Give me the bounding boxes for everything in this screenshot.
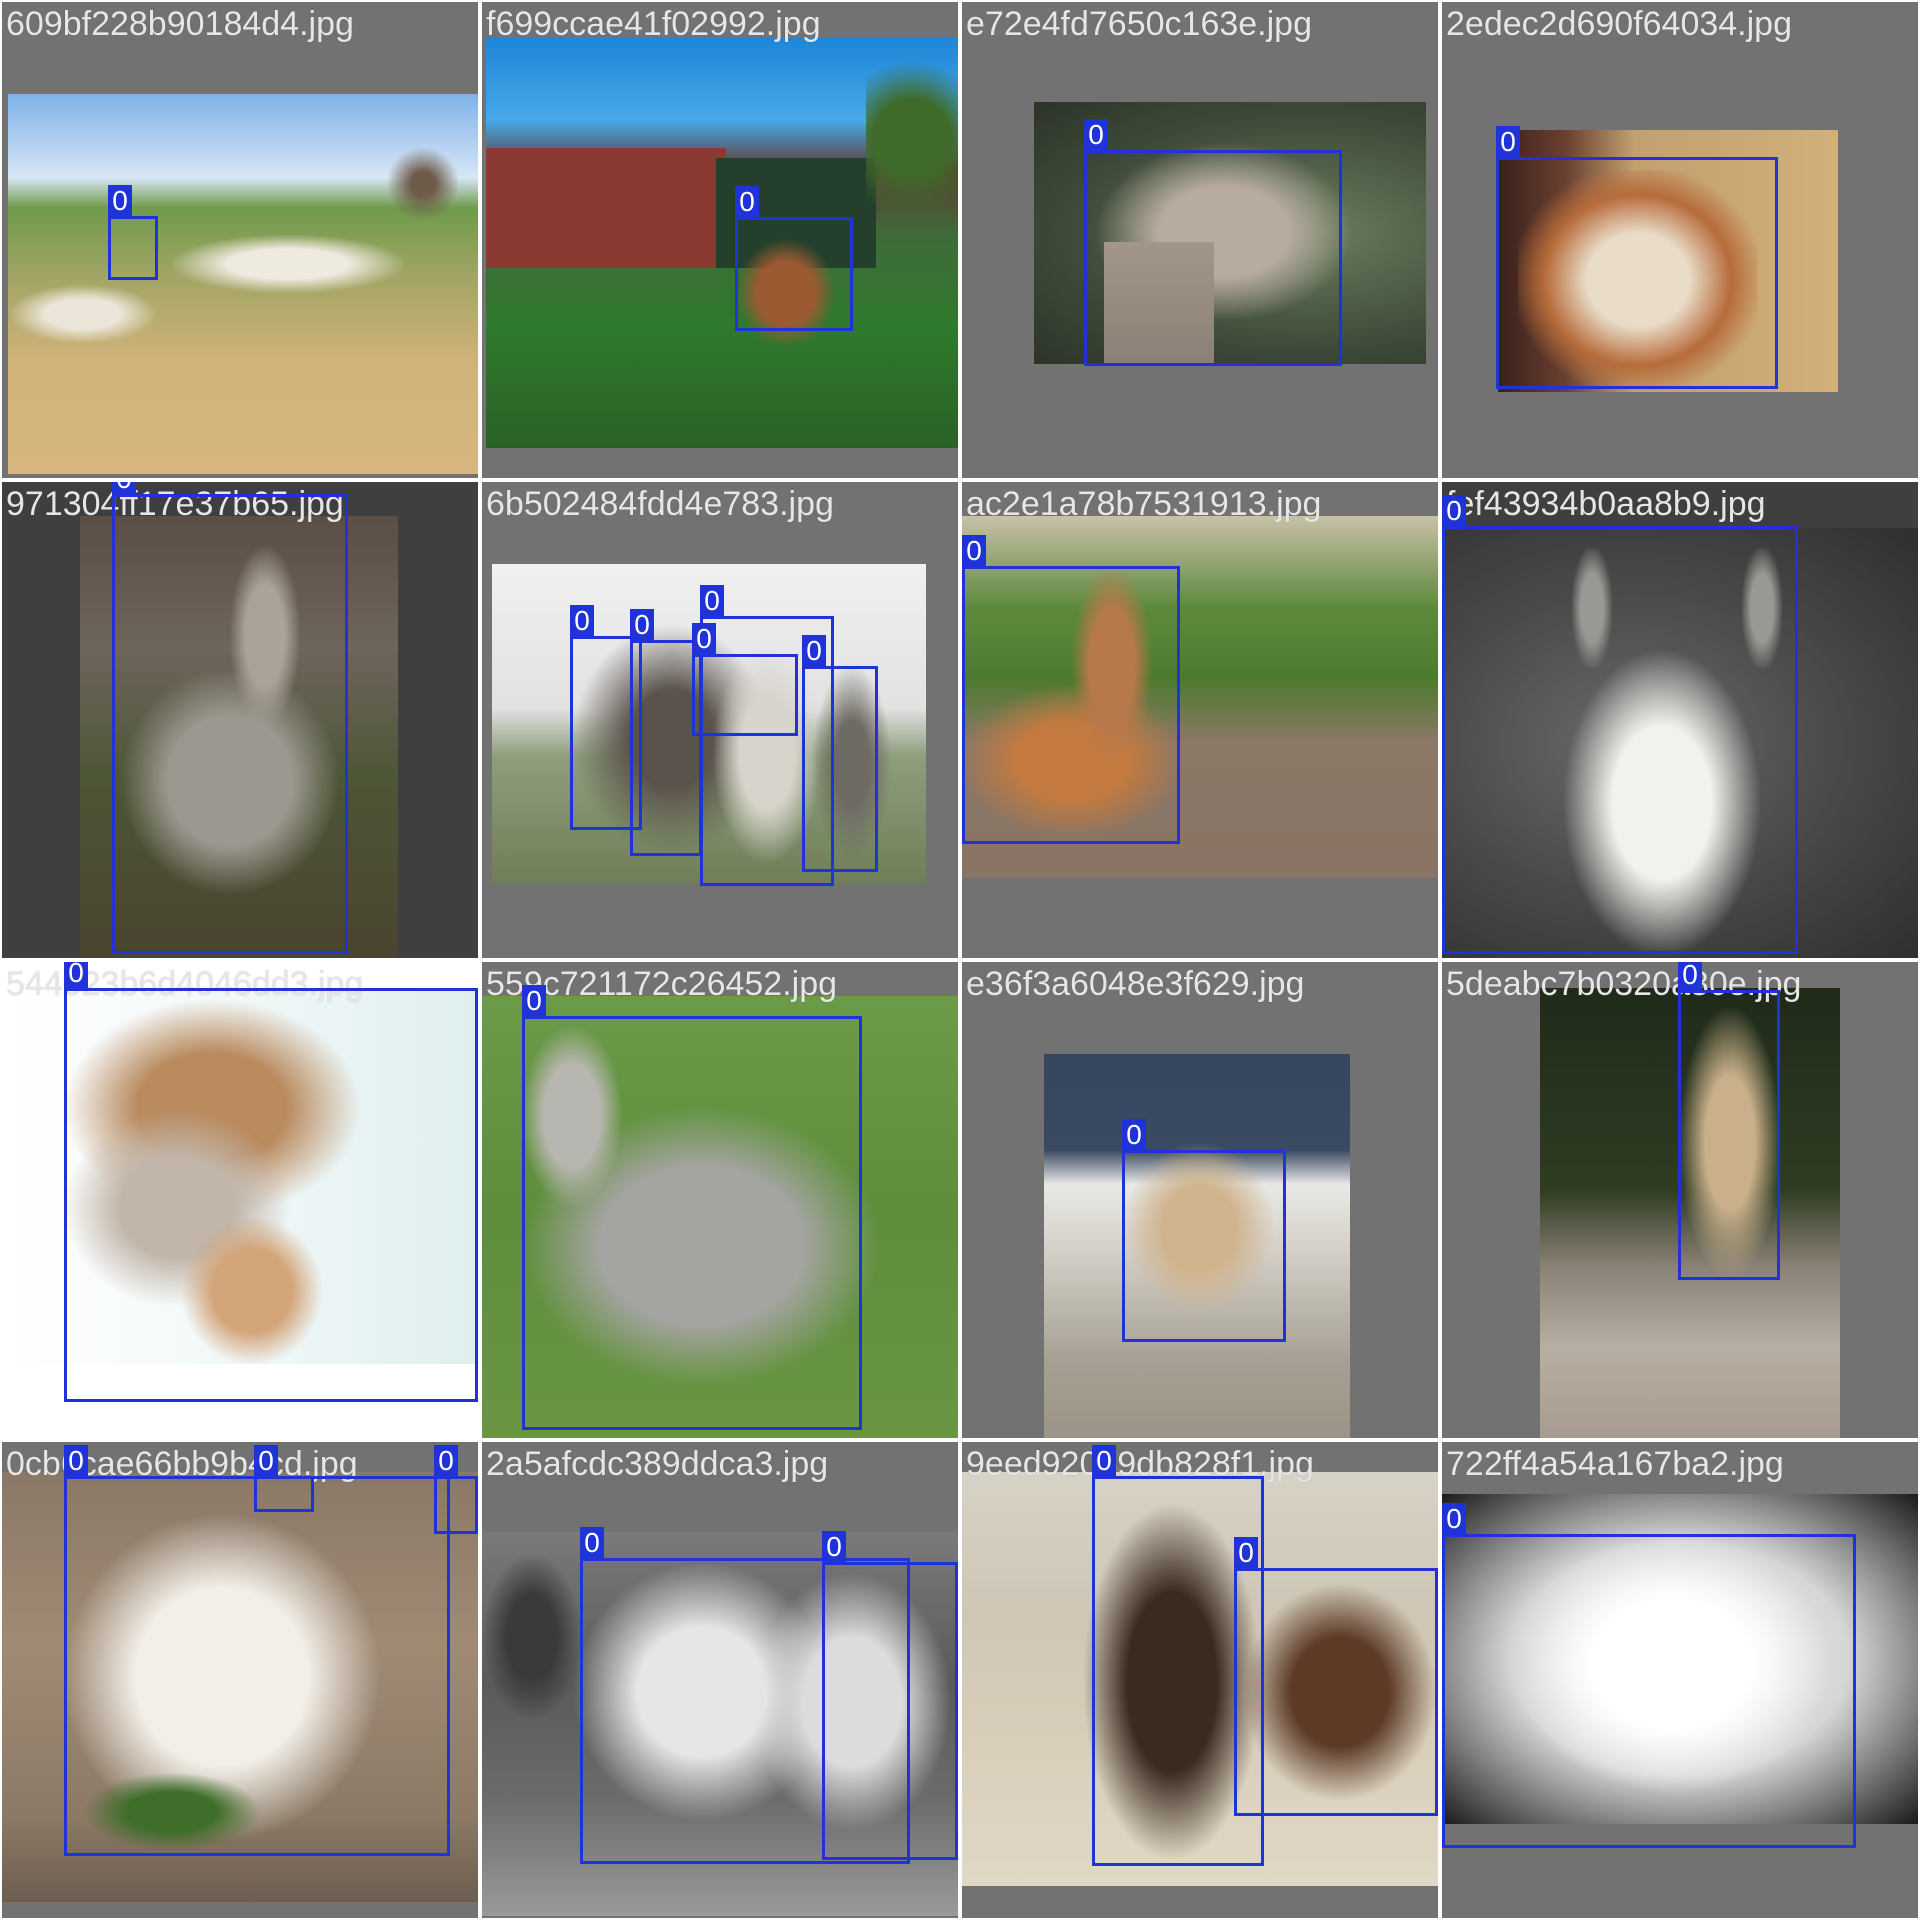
bounding-box: 0 <box>1442 1503 1856 1848</box>
filename: fef43934b0aa8b9.jpg <box>1446 485 1766 523</box>
bounding-box: 0 <box>1442 495 1798 954</box>
class-label: 0 <box>434 1445 458 1477</box>
filename: 609bf228b90184d4.jpg <box>6 5 354 43</box>
bounding-box: 0 <box>434 1445 478 1534</box>
tile-15: 9eed92049db828f1.jpg 0 0 <box>962 1442 1438 1918</box>
class-label: 0 <box>522 985 546 1017</box>
class-label: 0 <box>1678 962 1702 991</box>
class-label: 0 <box>822 1531 846 1563</box>
tile-1: 609bf228b90184d4.jpg 0 <box>2 2 478 478</box>
class-label: 0 <box>1234 1537 1258 1569</box>
class-label: 0 <box>108 185 132 217</box>
filename: 722ff4a54a167ba2.jpg <box>1446 1445 1784 1483</box>
filename: ac2e1a78b7531913.jpg <box>966 485 1322 523</box>
class-label: 0 <box>692 623 716 655</box>
bounding-box: 0 <box>108 185 158 280</box>
tile-9: 544023b6d4046dd3.jpg 0 <box>2 962 478 1438</box>
photo-sheep-herd <box>8 94 478 474</box>
class-label: 0 <box>1122 1119 1146 1151</box>
bounding-box: 0 <box>1122 1119 1286 1342</box>
filename: 2edec2d690f64034.jpg <box>1446 5 1792 43</box>
class-label: 0 <box>962 535 986 567</box>
bounding-box: 0 <box>1678 962 1780 1280</box>
class-label: 0 <box>1442 1503 1466 1535</box>
bounding-box: 0 <box>735 186 853 331</box>
tile-14: 2a5afcdc389ddca3.jpg 0 0 <box>482 1442 958 1918</box>
filename: e72e4fd7650c163e.jpg <box>966 5 1312 43</box>
tile-10: 559c721172c26452.jpg 0 <box>482 962 958 1438</box>
bounding-box: 0 <box>802 635 878 872</box>
photo-barn-llama <box>486 38 958 448</box>
class-label: 0 <box>1442 495 1466 527</box>
tile-6: 6b502484fdd4e783.jpg 0 0 0 0 0 <box>482 482 958 958</box>
bounding-box: 0 <box>64 962 478 1402</box>
bounding-box: 0 <box>692 623 798 736</box>
filename: f699ccae41f02992.jpg <box>486 5 821 43</box>
tile-3: e72e4fd7650c163e.jpg 0 <box>962 2 1438 478</box>
class-label: 0 <box>112 482 136 495</box>
class-label: 0 <box>700 585 724 617</box>
class-label: 0 <box>802 635 826 667</box>
bounding-box: 0 <box>1234 1537 1438 1816</box>
bounding-box: 0 <box>254 1445 314 1512</box>
bounding-box: 0 <box>1084 119 1342 366</box>
tile-13: 0cb6cae66bb9b4cd.jpg 0 0 0 <box>2 1442 478 1918</box>
filename: 2a5afcdc389ddca3.jpg <box>486 1445 829 1483</box>
class-label: 0 <box>64 962 88 989</box>
class-label: 0 <box>630 609 654 641</box>
class-label: 0 <box>570 605 594 637</box>
tile-16: 722ff4a54a167ba2.jpg 0 <box>1442 1442 1918 1918</box>
class-label: 0 <box>1084 119 1108 151</box>
class-label: 0 <box>1092 1445 1116 1477</box>
filename: 6b502484fdd4e783.jpg <box>486 485 834 523</box>
tile-5: 971304ff17e37b65.jpg 0 <box>2 482 478 958</box>
bounding-box: 0 <box>112 482 348 954</box>
bounding-box: 0 <box>1496 126 1778 389</box>
tile-2: f699ccae41f02992.jpg 0 <box>482 2 958 478</box>
bounding-box: 0 <box>822 1531 958 1860</box>
class-label: 0 <box>580 1527 604 1559</box>
tile-4: 2edec2d690f64034.jpg 0 <box>1442 2 1918 478</box>
bounding-box: 0 <box>962 535 1180 844</box>
tile-11: e36f3a6048e3f629.jpg 0 <box>962 962 1438 1438</box>
tile-7: ac2e1a78b7531913.jpg 0 <box>962 482 1438 958</box>
class-label: 0 <box>735 186 759 218</box>
detection-mosaic: 609bf228b90184d4.jpg 0 f699ccae41f02992.… <box>0 0 1920 1920</box>
bounding-box: 0 <box>64 1445 450 1856</box>
class-label: 0 <box>64 1445 88 1477</box>
class-label: 0 <box>1496 126 1520 158</box>
bounding-box: 0 <box>522 985 862 1430</box>
filename: e36f3a6048e3f629.jpg <box>966 965 1305 1003</box>
tile-8: fef43934b0aa8b9.jpg 0 <box>1442 482 1918 958</box>
class-label: 0 <box>254 1445 278 1477</box>
tile-12: 5deabc7b0320a80e.jpg 0 <box>1442 962 1918 1438</box>
